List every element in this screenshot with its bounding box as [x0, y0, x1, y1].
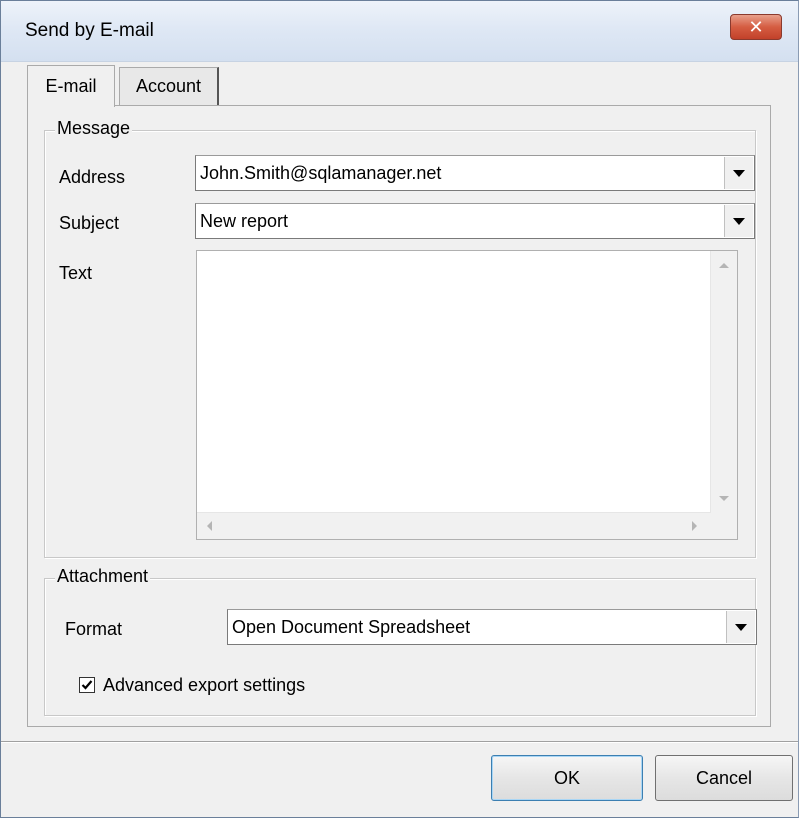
- close-icon: ✕: [748, 17, 764, 37]
- address-dropdown-button[interactable]: [724, 157, 753, 189]
- window-title: Send by E-mail: [25, 20, 154, 41]
- format-label: Format: [65, 619, 123, 639]
- close-button[interactable]: ✕: [730, 14, 782, 40]
- scroll-right-icon: [692, 521, 697, 531]
- scroll-down-icon: [719, 496, 729, 501]
- title-bar: Send by E-mail ✕: [1, 1, 798, 62]
- format-combobox[interactable]: Open Document Spreadsheet: [227, 609, 757, 645]
- checkmark-icon: [81, 680, 93, 690]
- scroll-left-icon: [207, 521, 212, 531]
- cancel-button[interactable]: Cancel: [655, 755, 793, 801]
- chevron-down-icon: [733, 169, 745, 177]
- send-email-dialog: Send by E-mail ✕ E-mail Account Message …: [0, 0, 799, 818]
- ok-button-label: OK: [553, 767, 580, 788]
- attachment-group-label: Attachment: [55, 566, 151, 587]
- scroll-up-icon: [719, 263, 729, 268]
- advanced-export-checkbox[interactable]: [79, 677, 95, 693]
- address-label: Address: [59, 167, 126, 187]
- tab-email[interactable]: E-mail: [27, 65, 115, 107]
- subject-label: Subject: [59, 213, 120, 233]
- subject-value: New report: [200, 211, 289, 231]
- attachment-group: Attachment Format Open Document Spreadsh…: [44, 566, 757, 716]
- ok-button[interactable]: OK: [491, 755, 643, 801]
- cancel-button-label: Cancel: [695, 767, 753, 788]
- address-value: John.Smith@sqlamanager.net: [200, 163, 442, 183]
- button-separator: [1, 741, 798, 743]
- chevron-down-icon: [735, 623, 747, 631]
- scrollbar-corner: [711, 513, 737, 539]
- tab-email-label: E-mail: [45, 76, 97, 96]
- horizontal-scrollbar[interactable]: [197, 512, 711, 539]
- format-dropdown-button[interactable]: [726, 611, 755, 643]
- format-value: Open Document Spreadsheet: [232, 617, 471, 637]
- advanced-export-label[interactable]: Advanced export settings: [103, 675, 305, 696]
- tab-account-label: Account: [135, 76, 202, 96]
- subject-combobox[interactable]: New report: [195, 203, 755, 239]
- chevron-down-icon: [733, 217, 745, 225]
- text-label: Text: [59, 263, 93, 283]
- message-group-label: Message: [55, 118, 133, 139]
- address-combobox[interactable]: John.Smith@sqlamanager.net: [195, 155, 755, 191]
- tab-account[interactable]: Account: [119, 67, 219, 105]
- vertical-scrollbar[interactable]: [710, 251, 737, 513]
- subject-dropdown-button[interactable]: [724, 205, 753, 237]
- message-text-area[interactable]: [196, 250, 738, 540]
- email-tab-panel: Message Address John.Smith@sqlamanager.n…: [27, 105, 771, 727]
